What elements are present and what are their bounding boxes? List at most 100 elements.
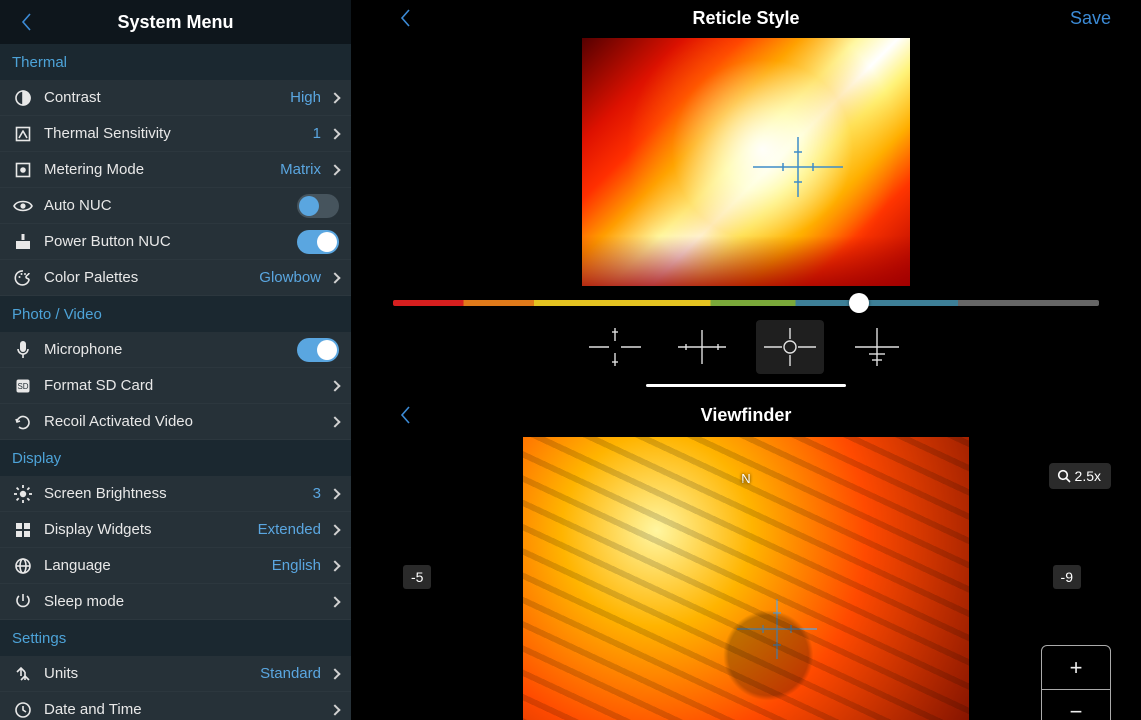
menu-row-recoil-activated-video[interactable]: Recoil Activated Video <box>0 404 351 440</box>
menu-row-date-and-time[interactable]: Date and Time <box>0 692 351 720</box>
reticle-option-3[interactable] <box>844 320 912 374</box>
menu-row-value: 3 <box>313 485 321 502</box>
chevron-right-icon <box>329 416 340 427</box>
contrast-icon <box>12 87 34 109</box>
menu-row-units[interactable]: UnitsStandard <box>0 656 351 692</box>
reticle-option-2[interactable] <box>756 320 824 374</box>
sidebar-header: System Menu <box>0 0 351 44</box>
compass-north-label: N <box>741 471 750 486</box>
menu-row-label: Microphone <box>44 341 297 358</box>
sidebar-back-button[interactable] <box>12 8 40 36</box>
menu-row-sleep-mode[interactable]: Sleep mode <box>0 584 351 620</box>
menu-row-value: 1 <box>313 125 321 142</box>
menu-row-label: Screen Brightness <box>44 485 313 502</box>
menu-row-label: Display Widgets <box>44 521 258 538</box>
menu-row-label: Contrast <box>44 89 290 106</box>
menu-row-metering-mode[interactable]: Metering ModeMatrix <box>0 152 351 188</box>
zoom-out-button[interactable]: − <box>1042 690 1110 720</box>
reticle-option-row <box>581 314 911 384</box>
reticle-back-button[interactable] <box>391 4 419 32</box>
menu-row-value: High <box>290 89 321 106</box>
chevron-right-icon <box>329 380 340 391</box>
power-nuc-icon <box>12 231 34 253</box>
toggle-switch[interactable] <box>297 338 339 362</box>
reticle-option-0[interactable] <box>581 320 649 374</box>
reticle-scroll-indicator <box>646 384 846 387</box>
viewfinder-title: Viewfinder <box>701 405 792 426</box>
chevron-right-icon <box>329 704 340 715</box>
reticle-title: Reticle Style <box>692 8 799 29</box>
menu-row-format-sd-card[interactable]: SD Format SD Card <box>0 368 351 404</box>
save-button[interactable]: Save <box>1070 8 1111 29</box>
chevron-right-icon <box>329 560 340 571</box>
menu-row-thermal-sensitivity[interactable]: Thermal Sensitivity1 <box>0 116 351 152</box>
zoom-in-button[interactable]: + <box>1042 646 1110 690</box>
toggle-switch[interactable] <box>297 230 339 254</box>
microphone-icon <box>12 339 34 361</box>
menu-row-label: Date and Time <box>44 701 327 718</box>
slider-handle[interactable] <box>849 293 869 313</box>
sensitivity-icon <box>12 123 34 145</box>
menu-row-power-button-nuc[interactable]: Power Button NUC <box>0 224 351 260</box>
chevron-right-icon <box>329 668 340 679</box>
menu-row-value: Extended <box>258 521 321 538</box>
section-header: Settings <box>0 620 351 656</box>
zoom-level-value: 2.5x <box>1075 468 1101 484</box>
menu-row-display-widgets[interactable]: Display WidgetsExtended <box>0 512 351 548</box>
chevron-right-icon <box>329 128 340 139</box>
zoom-button-group: + − <box>1041 645 1111 720</box>
section-header: Thermal <box>0 44 351 80</box>
viewfinder-preview-image: N <box>523 437 969 720</box>
menu-row-auto-nuc[interactable]: Auto NUC <box>0 188 351 224</box>
menu-row-label: Format SD Card <box>44 377 327 394</box>
brightness-icon <box>12 483 34 505</box>
menu-row-contrast[interactable]: ContrastHigh <box>0 80 351 116</box>
menu-row-value: Matrix <box>280 161 321 178</box>
menu-row-label: Metering Mode <box>44 161 280 178</box>
reticle-color-slider[interactable] <box>393 300 1099 306</box>
chevron-right-icon <box>329 488 340 499</box>
widgets-icon <box>12 519 34 541</box>
menu-row-label: Sleep mode <box>44 593 327 610</box>
menu-row-screen-brightness[interactable]: Screen Brightness3 <box>0 476 351 512</box>
menu-row-label: Units <box>44 665 260 682</box>
metering-icon <box>12 159 34 181</box>
recoil-icon <box>12 411 34 433</box>
menu-row-language[interactable]: LanguageEnglish <box>0 548 351 584</box>
windage-offset-badge: -5 <box>403 565 431 589</box>
viewfinder-pane: Viewfinder N 2.5x -5 -9 + − <box>351 397 1141 720</box>
menu-row-value: English <box>272 557 321 574</box>
elevation-offset-badge: -9 <box>1053 565 1081 589</box>
menu-row-value: Standard <box>260 665 321 682</box>
svg-text:SD: SD <box>17 382 28 391</box>
menu-row-label: Recoil Activated Video <box>44 413 327 430</box>
menu-row-value: Glowbow <box>259 269 321 286</box>
palette-icon <box>12 267 34 289</box>
eye-icon <box>12 195 34 217</box>
menu-row-label: Auto NUC <box>44 197 297 214</box>
zoom-level-badge[interactable]: 2.5x <box>1049 463 1111 489</box>
sd-card-icon: SD <box>12 375 34 397</box>
menu-row-color-palettes[interactable]: Color PalettesGlowbow <box>0 260 351 296</box>
menu-row-label: Power Button NUC <box>44 233 297 250</box>
chevron-right-icon <box>329 272 340 283</box>
clock-icon <box>12 699 34 720</box>
menu-row-label: Thermal Sensitivity <box>44 125 313 142</box>
reticle-style-pane: Reticle Style Save <box>351 0 1141 387</box>
units-icon <box>12 663 34 685</box>
menu-row-label: Language <box>44 557 272 574</box>
menu-row-label: Color Palettes <box>44 269 259 286</box>
viewfinder-back-button[interactable] <box>391 401 419 429</box>
language-icon <box>12 555 34 577</box>
section-header: Display <box>0 440 351 476</box>
reticle-preview-image <box>582 38 910 286</box>
chevron-right-icon <box>329 164 340 175</box>
system-menu-sidebar: System Menu ThermalContrastHighThermal S… <box>0 0 351 720</box>
menu-row-microphone[interactable]: Microphone <box>0 332 351 368</box>
chevron-right-icon <box>329 524 340 535</box>
chevron-right-icon <box>329 596 340 607</box>
chevron-right-icon <box>329 92 340 103</box>
sidebar-title: System Menu <box>117 12 233 33</box>
reticle-option-1[interactable] <box>669 320 737 374</box>
toggle-switch[interactable] <box>297 194 339 218</box>
